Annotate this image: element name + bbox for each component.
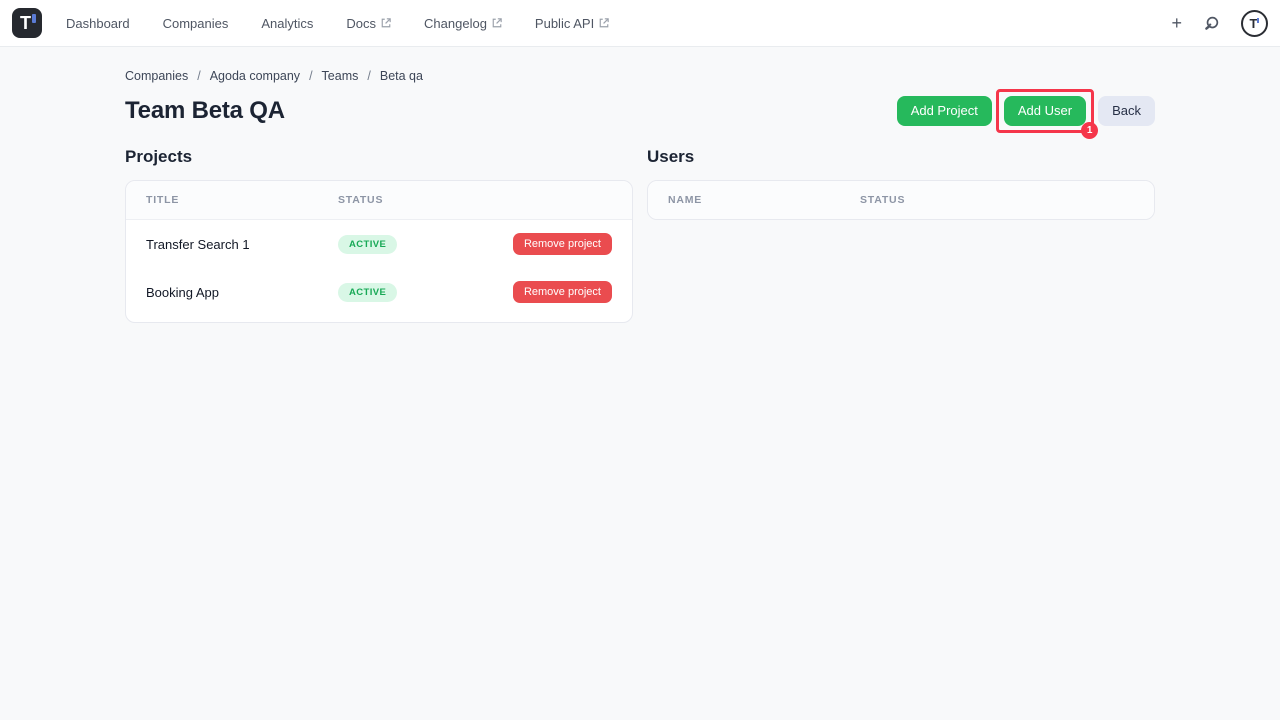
users-heading: Users (647, 147, 1155, 167)
app-logo-letter: T (20, 14, 31, 32)
breadcrumb-agoda-company[interactable]: Agoda company (210, 69, 300, 83)
breadcrumb-teams[interactable]: Teams (322, 69, 359, 83)
add-user-button[interactable]: Add User (1004, 96, 1086, 126)
content-columns: Projects TITLE STATUS Transfer Search 1 … (125, 147, 1155, 323)
column-header-status: STATUS (338, 194, 612, 206)
nav-item-companies[interactable]: Companies (163, 16, 229, 31)
project-row: Booking App ACTIVE Remove project (126, 268, 632, 316)
users-table: NAME STATUS (647, 180, 1155, 220)
user-avatar[interactable]: T (1241, 10, 1268, 37)
project-row: Transfer Search 1 ACTIVE Remove project (126, 220, 632, 268)
avatar-accent (1257, 18, 1259, 23)
breadcrumb-beta-qa[interactable]: Beta qa (380, 69, 423, 83)
project-title: Transfer Search 1 (146, 237, 338, 252)
external-link-icon (381, 18, 391, 28)
nav-item-analytics[interactable]: Analytics (261, 16, 313, 31)
nav-item-label: Dashboard (66, 16, 130, 31)
nav-item-label: Docs (346, 16, 376, 31)
projects-table-header: TITLE STATUS (126, 181, 632, 220)
nav-item-dashboard[interactable]: Dashboard (66, 16, 130, 31)
projects-heading: Projects (125, 147, 633, 167)
status-badge: ACTIVE (338, 235, 397, 254)
remove-project-button[interactable]: Remove project (513, 281, 612, 303)
nav-item-label: Changelog (424, 16, 487, 31)
back-button[interactable]: Back (1098, 96, 1155, 126)
nav-item-label: Companies (163, 16, 229, 31)
nav-item-docs[interactable]: Docs (346, 16, 391, 31)
app-logo-accent (32, 14, 36, 23)
page-header: Team Beta QA Add Project Add User 1 Back (125, 96, 1155, 126)
nav-item-changelog[interactable]: Changelog (424, 16, 502, 31)
project-title: Booking App (146, 285, 338, 300)
users-section: Users NAME STATUS (647, 147, 1155, 323)
breadcrumb-companies[interactable]: Companies (125, 69, 188, 83)
external-link-icon (492, 18, 502, 28)
app-logo[interactable]: T (12, 8, 42, 38)
status-badge: ACTIVE (338, 283, 397, 302)
page-actions: Add Project Add User 1 Back (897, 96, 1155, 126)
column-header-title: TITLE (146, 194, 338, 206)
column-header-status: STATUS (860, 194, 1134, 206)
breadcrumb-separator: / (197, 69, 200, 83)
breadcrumb: Companies / Agoda company / Teams / Beta… (125, 47, 1155, 83)
external-link-icon (599, 18, 609, 28)
top-navbar: T Dashboard Companies Analytics Docs Cha… (0, 0, 1280, 47)
annotation-step-badge: 1 (1081, 122, 1098, 139)
projects-section: Projects TITLE STATUS Transfer Search 1 … (125, 147, 633, 323)
page-content: Companies / Agoda company / Teams / Beta… (125, 47, 1155, 323)
column-header-name: NAME (668, 194, 860, 206)
nav-item-label: Analytics (261, 16, 313, 31)
main-nav: Dashboard Companies Analytics Docs Chang… (66, 16, 609, 31)
remove-project-button[interactable]: Remove project (513, 233, 612, 255)
add-user-annotation-wrap: Add User 1 (1004, 96, 1086, 126)
nav-item-public-api[interactable]: Public API (535, 16, 609, 31)
projects-table: TITLE STATUS Transfer Search 1 ACTIVE Re… (125, 180, 633, 323)
add-project-button[interactable]: Add Project (897, 96, 992, 126)
plus-icon[interactable]: + (1171, 14, 1182, 32)
users-table-header: NAME STATUS (648, 181, 1154, 219)
nav-item-label: Public API (535, 16, 594, 31)
search-icon[interactable] (1203, 15, 1220, 32)
breadcrumb-separator: / (367, 69, 370, 83)
breadcrumb-separator: / (309, 69, 312, 83)
page-title: Team Beta QA (125, 97, 285, 125)
navbar-right-cluster: + T (1171, 10, 1268, 37)
